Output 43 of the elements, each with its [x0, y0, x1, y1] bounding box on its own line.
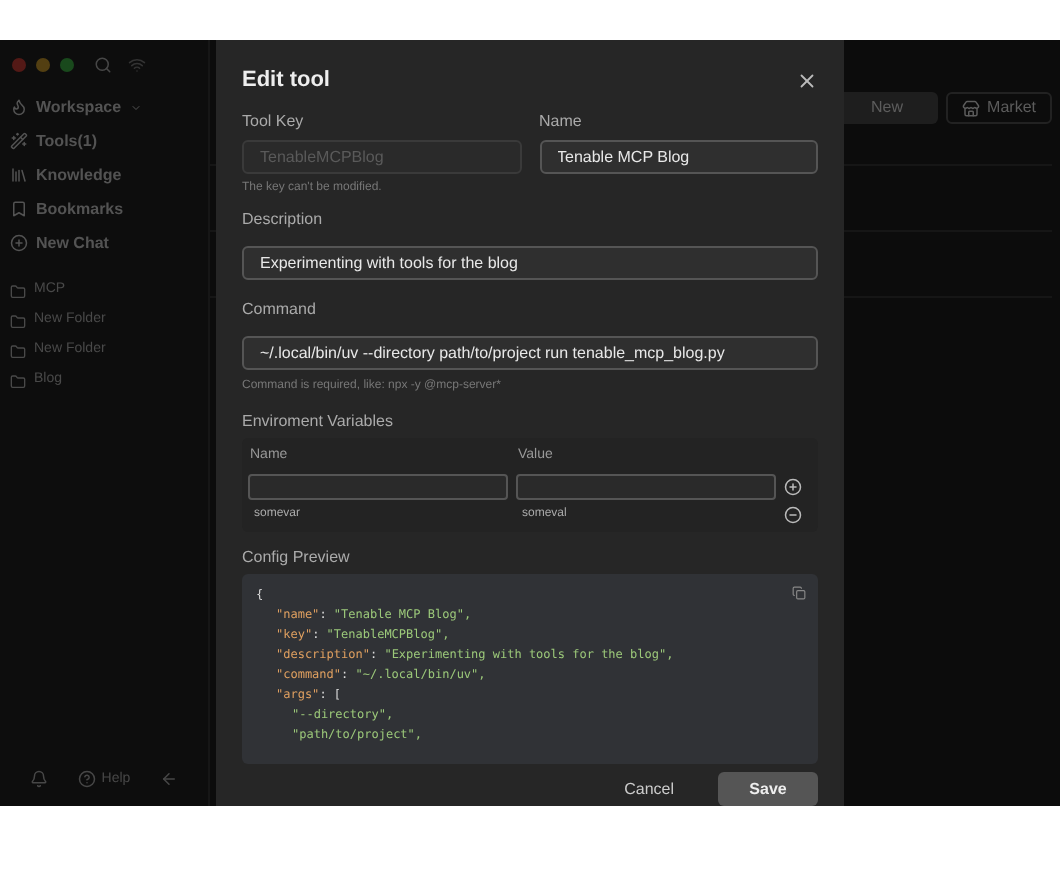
sidebar-item[interactable]: Workspace	[10, 90, 198, 124]
field-label: Command	[242, 300, 318, 320]
bookmark-icon	[10, 200, 28, 218]
flame-icon	[10, 98, 28, 116]
save-button[interactable]: Save	[718, 772, 818, 806]
bell-icon[interactable]	[30, 770, 48, 789]
env-value-field[interactable]	[516, 473, 776, 499]
books-icon	[10, 166, 28, 184]
plus-circle-icon	[10, 234, 28, 252]
description-field[interactable]: Experimenting with tools for the blog	[242, 246, 818, 280]
field-label: Name	[539, 110, 584, 134]
folder-icon	[10, 373, 26, 389]
close-icon[interactable]	[796, 70, 818, 92]
copy-icon[interactable]	[792, 585, 806, 599]
sidebar-item[interactable]: Tools(1)	[10, 124, 198, 158]
sidebar-item[interactable]: Knowledge	[10, 158, 198, 192]
env-name-field[interactable]	[248, 473, 508, 499]
add-icon[interactable]	[784, 477, 802, 495]
field-label: Tool Key	[242, 110, 306, 134]
search-icon[interactable]	[94, 56, 112, 74]
back-arrow-icon[interactable]	[160, 770, 178, 789]
folder-icon	[10, 343, 26, 359]
chevron-icon	[129, 101, 142, 113]
close-window-icon[interactable]	[12, 58, 26, 72]
field-label: Description	[242, 210, 325, 230]
wand-icon	[10, 132, 28, 150]
dialog-title: Edit tool	[242, 68, 330, 94]
store-icon	[961, 99, 980, 117]
cancel-button[interactable]: Cancel	[604, 772, 694, 806]
sidebar-item[interactable]: New Chat	[10, 226, 198, 260]
wifi-icon[interactable]	[128, 56, 146, 74]
section-label: Enviroment Variables	[242, 412, 395, 432]
help-icon	[77, 770, 96, 789]
command-field[interactable]: ~/.local/bin/uv --directory path/to/project run tenable_mcp_blog.py	[242, 336, 818, 370]
maximize-window-icon[interactable]	[60, 58, 74, 72]
market-button[interactable]: Market	[945, 92, 1052, 124]
remove-icon[interactable]	[784, 505, 802, 523]
folder-icon	[10, 313, 26, 329]
folder-icon	[10, 283, 26, 299]
sidebar-item[interactable]: Bookmarks	[10, 192, 198, 226]
name-field[interactable]: Tenable MCP Blog	[539, 140, 818, 174]
minimize-window-icon[interactable]	[36, 58, 50, 72]
section-label: Config Preview	[242, 547, 352, 567]
